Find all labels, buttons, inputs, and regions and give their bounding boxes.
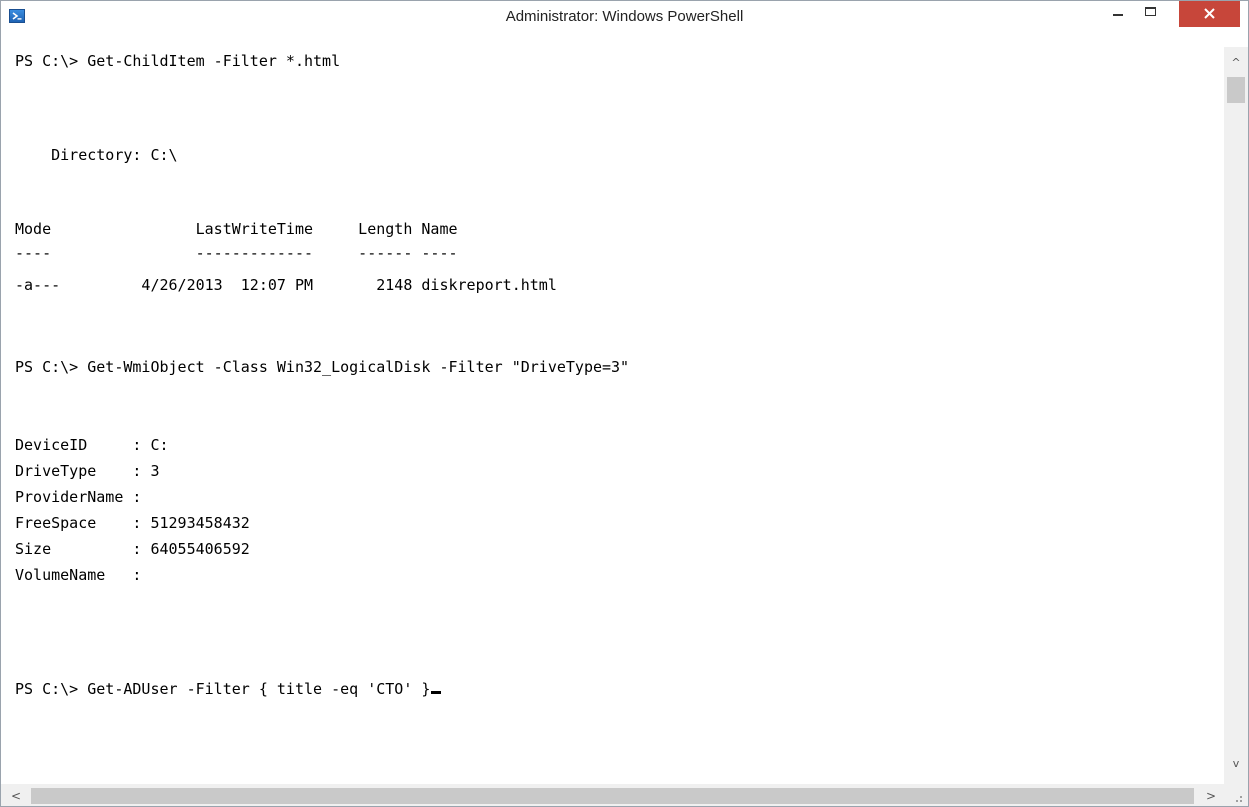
resize-grip-icon[interactable] <box>1224 784 1248 806</box>
minimize-button[interactable] <box>1104 1 1132 27</box>
vertical-scrollbar[interactable]: ^ v <box>1224 47 1248 784</box>
horizontal-scrollbar[interactable]: < > <box>1 784 1224 806</box>
console-line-table-separator: ---- ------------- ------ ---- <box>15 244 458 262</box>
console-line-prompt-1: PS C:\> Get-ChildItem -Filter *.html <box>15 52 341 70</box>
close-button[interactable] <box>1179 1 1240 27</box>
scroll-left-icon[interactable]: < <box>5 784 27 806</box>
console-line-directory: Directory: C:\ <box>15 146 178 164</box>
console-line-prompt-2: PS C:\> Get-WmiObject -Class Win32_Logic… <box>15 358 630 376</box>
current-command: PS C:\> Get-ADUser -Filter { title -eq '… <box>15 680 431 698</box>
console-line-providername: ProviderName : <box>15 488 142 506</box>
window-title: Administrator: Windows PowerShell <box>505 8 744 25</box>
scroll-right-icon[interactable]: > <box>1200 784 1222 806</box>
console-line-drivetype: DriveType : 3 <box>15 462 160 480</box>
console-line-freespace: FreeSpace : 51293458432 <box>15 514 250 532</box>
powershell-window: Administrator: Windows PowerShell PS C:\… <box>0 0 1249 807</box>
console-line-table-header: Mode LastWriteTime Length Name <box>15 220 458 238</box>
console-output[interactable]: PS C:\> Get-ChildItem -Filter *.html Dir… <box>1 34 1224 784</box>
maximize-button[interactable] <box>1137 1 1165 27</box>
scroll-down-icon[interactable]: v <box>1224 752 1248 776</box>
console-line-table-row: -a--- 4/26/2013 12:07 PM 2148 diskreport… <box>15 276 557 294</box>
vertical-scroll-thumb[interactable] <box>1227 77 1245 103</box>
console-line-deviceid: DeviceID : C: <box>15 436 169 454</box>
scroll-up-icon[interactable]: ^ <box>1224 51 1248 75</box>
console-line-prompt-3[interactable]: PS C:\> Get-ADUser -Filter { title -eq '… <box>15 679 442 699</box>
horizontal-scroll-thumb[interactable] <box>31 788 1194 804</box>
text-cursor <box>431 691 442 694</box>
close-icon <box>1204 8 1215 19</box>
title-bar[interactable]: Administrator: Windows PowerShell <box>1 1 1248 34</box>
console-line-volumename: VolumeName : <box>15 566 142 584</box>
console-line-size: Size : 64055406592 <box>15 540 250 558</box>
